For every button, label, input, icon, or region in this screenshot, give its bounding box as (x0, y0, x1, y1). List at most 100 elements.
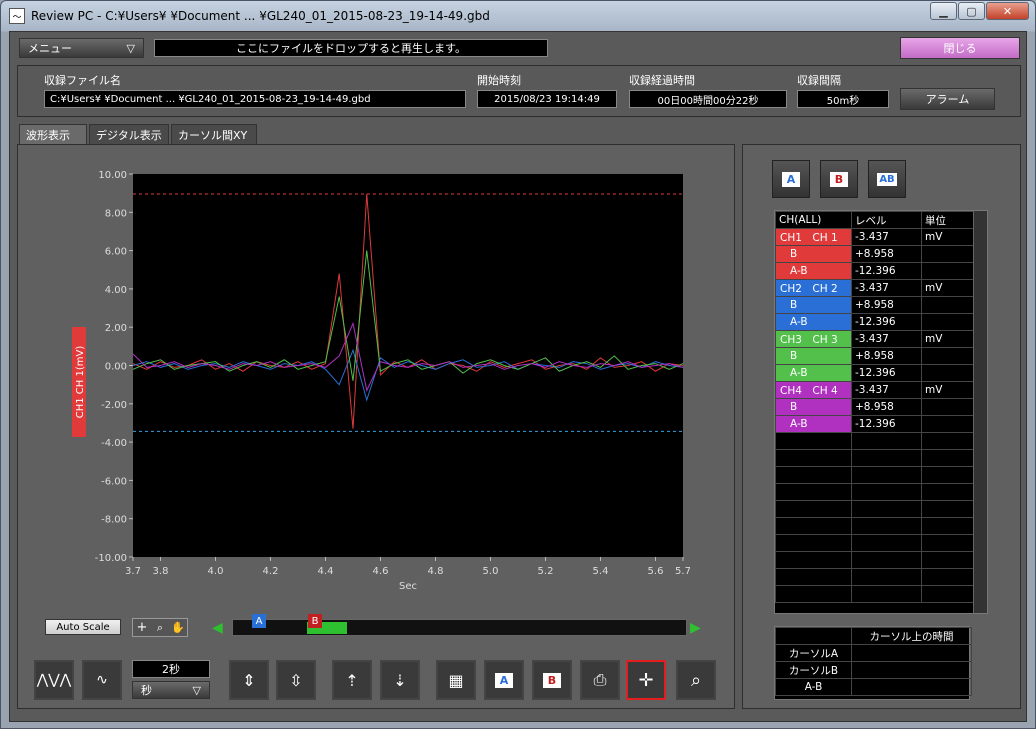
channel-row[interactable]: CH4 CH 4 -3.437 mV (775, 381, 974, 399)
arrow-down-icon: ⇣ (393, 670, 407, 690)
cursor-a-panel-button[interactable]: A (772, 160, 810, 198)
drop-hint[interactable]: ここにファイルをドロップすると再生します。 (154, 39, 548, 57)
level-cell: -3.437 (851, 279, 922, 297)
waveform-expand-button[interactable]: ∿ (82, 660, 122, 700)
close-file-button[interactable]: 閉じる (900, 37, 1020, 59)
channel-row[interactable]: A-B -12.396 (775, 364, 974, 382)
channel-row[interactable]: B +8.958 (775, 245, 974, 263)
cursor-b-button[interactable]: B (532, 660, 572, 700)
plus-icon[interactable]: + (133, 619, 151, 636)
level-cell: -12.396 (851, 415, 922, 433)
time-scroll-bar[interactable] (232, 619, 687, 636)
position-up-button[interactable]: ⇡ (332, 660, 372, 700)
maximize-button[interactable]: ▢ (958, 2, 985, 20)
cursor-a-icon: A (494, 672, 514, 688)
channel-row[interactable]: CH1 CH 1 -3.437 mV (775, 228, 974, 246)
wave-compress-icon: ⋀⋁⋀ (36, 672, 72, 688)
empty-row (775, 483, 974, 501)
channel-row[interactable]: A-B -12.396 (775, 313, 974, 331)
hand-icon[interactable]: ✋ (169, 619, 187, 636)
channel-cell: A-B (775, 364, 852, 382)
empty-cell (775, 585, 852, 603)
empty-cell (775, 551, 852, 569)
x-tick-label: 5.2 (538, 566, 554, 577)
channel-row[interactable]: B +8.958 (775, 398, 974, 416)
x-tick-label: 5.7 (675, 566, 690, 577)
y-tick-label: 10.00 (98, 170, 127, 181)
empty-cell (851, 500, 922, 518)
minimize-button[interactable]: ▁ (930, 2, 957, 20)
table-scrollbar[interactable] (973, 211, 987, 613)
empty-row (775, 466, 974, 484)
x-tick-label: 5.0 (483, 566, 499, 577)
channel-row[interactable]: CH2 CH 2 -3.437 mV (775, 279, 974, 297)
file-label: 収録ファイル名 (44, 74, 121, 87)
level-cell: +8.958 (851, 245, 922, 263)
search-button[interactable]: ⌕ (676, 660, 716, 700)
cursor-ab-time-label: A-B (775, 678, 852, 696)
empty-cell (851, 432, 922, 450)
empty-cell (921, 534, 974, 552)
col-header-ch-label: CH(ALL) (779, 214, 822, 226)
cursor-a-button[interactable]: A (484, 660, 524, 700)
wave-expand-icon: ∿ (96, 672, 108, 688)
y-compress-button[interactable]: ⇳ (276, 660, 316, 700)
time-unit-select[interactable]: 秒 ▽ (132, 681, 210, 699)
unit-cell (921, 296, 974, 314)
tab-waveform[interactable]: 波形表示 (19, 124, 87, 144)
x-tick-label: 4.8 (428, 566, 444, 577)
zoom-icon[interactable]: ⌕ (151, 619, 169, 636)
zoom-tools: + ⌕ ✋ (132, 618, 188, 637)
interval-value: 50m秒 (797, 90, 889, 108)
col-header-ch[interactable]: CH(ALL) (775, 211, 852, 229)
app-window: 〜 Review PC - C:¥Users¥ ¥Document ... ¥G… (0, 0, 1036, 729)
channel-row[interactable]: A-B -12.396 (775, 262, 974, 280)
time-per-div[interactable]: 2秒 (132, 660, 210, 678)
empty-cell (851, 568, 922, 586)
y-axis-label: CH1 CH 1(mV) (75, 346, 86, 419)
empty-cell (921, 483, 974, 501)
empty-cell (775, 500, 852, 518)
x-axis-label: Sec (399, 581, 417, 592)
level-cell: -3.437 (851, 228, 922, 246)
tab-cursor-xy[interactable]: カーソル間XY (171, 124, 257, 144)
empty-cell (921, 551, 974, 569)
y-expand-button[interactable]: ⇕ (229, 660, 269, 700)
waveform-chart[interactable]: 10.00 8.00 6.00 4.00 2.00 0.00 -2.00 -4.00 -6.00… (50, 157, 690, 597)
empty-cell (775, 466, 852, 484)
empty-row (775, 551, 974, 569)
x-tick-label: 4.0 (208, 566, 224, 577)
auto-scale-button[interactable]: Auto Scale (45, 619, 121, 635)
alarm-button[interactable]: アラーム (900, 88, 995, 110)
empty-cell (921, 500, 974, 518)
channel-row[interactable]: A-B -12.396 (775, 415, 974, 433)
scroll-right-icon[interactable]: ▶ (690, 620, 701, 636)
cursor-b-marker[interactable]: B (308, 614, 322, 628)
scroll-left-icon[interactable]: ◀ (212, 620, 223, 636)
channel-row[interactable]: B +8.958 (775, 296, 974, 314)
empty-row (775, 534, 974, 552)
grid-button[interactable]: ▦ (436, 660, 476, 700)
empty-cell (775, 517, 852, 535)
position-down-button[interactable]: ⇣ (380, 660, 420, 700)
cross-cursor-button[interactable]: ✛ (626, 660, 666, 700)
file-value: C:¥Users¥ ¥Document ... ¥GL240_01_2015-0… (44, 90, 466, 108)
menu-dropdown[interactable]: メニュー ▽ (19, 38, 144, 58)
x-tick-label: 4.2 (263, 566, 279, 577)
unit-cell (921, 415, 974, 433)
level-cell: -12.396 (851, 313, 922, 331)
print-button[interactable]: ⎙ (580, 660, 620, 700)
unit-cell: mV (921, 330, 974, 348)
empty-cell (851, 534, 922, 552)
cursor-a-marker[interactable]: A (252, 614, 266, 628)
channel-row[interactable]: CH3 CH 3 -3.437 mV (775, 330, 974, 348)
waveform-compress-button[interactable]: ⋀⋁⋀ (34, 660, 74, 700)
empty-cell (921, 432, 974, 450)
tab-digital[interactable]: デジタル表示 (89, 124, 169, 144)
empty-cell (775, 432, 852, 450)
cursor-ab-panel-button[interactable]: AB (868, 160, 906, 198)
cursor-b-panel-button[interactable]: B (820, 160, 858, 198)
close-window-button[interactable]: ✕ (986, 2, 1029, 20)
channel-cell: A-B (775, 313, 852, 331)
channel-row[interactable]: B +8.958 (775, 347, 974, 365)
